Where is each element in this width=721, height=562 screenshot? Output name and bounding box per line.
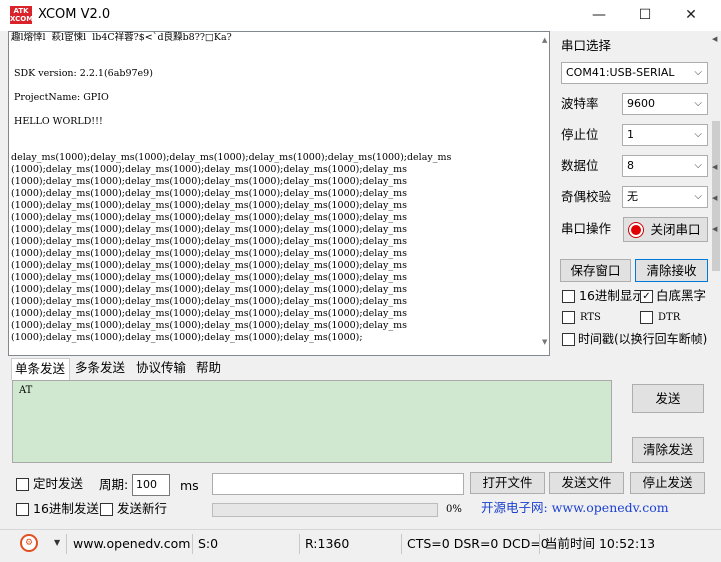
baud-rate-value: 9600: [627, 97, 655, 110]
open-file-button[interactable]: 打开文件: [470, 472, 545, 494]
status-url[interactable]: www.openedv.com: [73, 536, 190, 552]
hex-display-checkbox[interactable]: [562, 290, 575, 303]
settings-gear-icon[interactable]: ⚙: [20, 534, 38, 552]
port-operation-label: 串口操作: [561, 221, 612, 236]
send-file-button[interactable]: 发送文件: [549, 472, 624, 494]
title-bar: ATK XCOM XCOM V2.0 — ☐ ✕: [0, 0, 721, 31]
chevron-down-icon: ⌵: [694, 98, 702, 109]
scroll-up-arrow-icon[interactable]: ◀: [712, 163, 717, 171]
file-path-input[interactable]: [212, 473, 464, 495]
status-separator: [299, 534, 300, 554]
send-text: AT: [19, 385, 33, 396]
stop-bits-select[interactable]: 1 ⌵: [622, 124, 708, 146]
hex-display-label: 16进制显示: [579, 288, 645, 303]
status-lines: CTS=0 DSR=0 DCD=0: [407, 536, 549, 551]
chevron-down-icon: ⌵: [694, 191, 702, 202]
parity-value: 无: [627, 190, 638, 203]
rts-label: RTS: [580, 312, 601, 323]
close-port-button[interactable]: 关闭串口: [623, 217, 708, 242]
port-status-dot-icon: [629, 223, 643, 237]
send-newline-label: 发送新行: [117, 501, 168, 516]
period-label: 周期:: [99, 477, 129, 492]
promo-link[interactable]: 开源电子网: www.openedv.com: [481, 500, 669, 516]
status-separator: [192, 534, 193, 554]
status-separator: [539, 534, 540, 554]
baud-rate-label: 波特率: [561, 96, 599, 111]
tab-protocol[interactable]: 协议传输: [136, 359, 186, 377]
scroll-up-arrow-icon[interactable]: ◀: [712, 35, 717, 43]
white-bg-checkbox[interactable]: ✓: [640, 290, 653, 303]
scroll-down-arrow-icon[interactable]: ▼: [542, 338, 547, 346]
hex-send-checkbox[interactable]: [16, 503, 29, 516]
timestamp-checkbox[interactable]: [562, 333, 575, 346]
status-received-count: R:1360: [305, 536, 350, 551]
panel-scrollbar[interactable]: ◀ ◀ ◀ ◀: [711, 31, 721, 349]
period-unit: ms: [180, 478, 199, 493]
white-bg-label: 白底黑字: [656, 288, 707, 303]
port-select-label: 串口选择: [561, 38, 612, 53]
close-port-label: 关闭串口: [650, 222, 701, 237]
app-logo-icon: ATK XCOM: [10, 6, 34, 24]
scroll-up-arrow-icon[interactable]: ▲: [542, 36, 547, 44]
status-sent-count: S:0: [198, 536, 219, 551]
scroll-down-arrow-icon[interactable]: ◀: [712, 225, 717, 233]
send-scrollbar[interactable]: [612, 380, 623, 463]
dtr-label: DTR: [658, 312, 681, 323]
parity-label: 奇偶校验: [561, 189, 612, 204]
baud-rate-select[interactable]: 9600 ⌵: [622, 93, 708, 115]
tab-help[interactable]: 帮助: [196, 359, 221, 377]
clear-receive-button[interactable]: 清除接收: [635, 259, 708, 282]
status-bar: ⚙ ▼ www.openedv.com S:0 R:1360 CTS=0 DSR…: [0, 529, 721, 558]
chevron-down-icon: ⌵: [694, 129, 702, 140]
minimize-button[interactable]: —: [576, 0, 622, 31]
data-bits-value: 8: [627, 159, 634, 172]
status-time: 当前时间 10:52:13: [545, 536, 656, 551]
send-textarea[interactable]: AT: [12, 380, 612, 463]
stop-bits-label: 停止位: [561, 127, 599, 142]
dtr-checkbox[interactable]: [640, 311, 653, 324]
scroll-down-arrow-icon[interactable]: ◀: [712, 194, 717, 202]
timed-send-checkbox[interactable]: [16, 478, 29, 491]
status-separator: [401, 534, 402, 554]
send-newline-checkbox[interactable]: [100, 503, 113, 516]
close-button[interactable]: ✕: [668, 0, 714, 31]
chevron-down-icon: ⌵: [694, 160, 702, 171]
stop-bits-value: 1: [627, 128, 634, 141]
send-progress-percent: 0%: [446, 504, 462, 515]
parity-select[interactable]: 无 ⌵: [622, 186, 708, 208]
tab-multi-send[interactable]: 多条发送: [75, 359, 125, 377]
receive-scrollbar[interactable]: ▲ ▼: [542, 32, 549, 355]
receive-text: 趣l熔悻l 萩l宦悚l lb4C祥蓉?$<`d良䵲b8??□Ka? SDK ve…: [11, 32, 452, 343]
dropdown-arrow-icon[interactable]: ▼: [54, 538, 60, 547]
rts-checkbox[interactable]: [562, 311, 575, 324]
status-separator: [66, 534, 67, 554]
send-progress-bar: [212, 503, 438, 517]
maximize-button[interactable]: ☐: [622, 0, 668, 31]
send-button[interactable]: 发送: [632, 384, 704, 413]
data-bits-select[interactable]: 8 ⌵: [622, 155, 708, 177]
hex-send-label: 16进制发送: [33, 501, 99, 516]
port-select[interactable]: COM41:USB-SERIAL ⌵: [561, 62, 708, 84]
tab-single-send[interactable]: 单条发送: [11, 358, 70, 380]
timestamp-label: 时间戳(以换行回车断帧): [578, 332, 708, 346]
clear-send-button[interactable]: 清除发送: [632, 437, 704, 463]
period-input[interactable]: 100: [132, 474, 170, 496]
chevron-down-icon: ⌵: [694, 67, 702, 78]
stop-send-button[interactable]: 停止发送: [630, 472, 705, 494]
data-bits-label: 数据位: [561, 158, 599, 173]
port-select-value: COM41:USB-SERIAL: [566, 66, 675, 79]
timed-send-label: 定时发送: [33, 476, 84, 491]
save-window-button[interactable]: 保存窗口: [560, 259, 631, 282]
receive-textarea[interactable]: 趣l熔悻l 萩l宦悚l lb4C祥蓉?$<`d良䵲b8??□Ka? SDK ve…: [8, 31, 550, 356]
window-title: XCOM V2.0: [38, 7, 111, 22]
